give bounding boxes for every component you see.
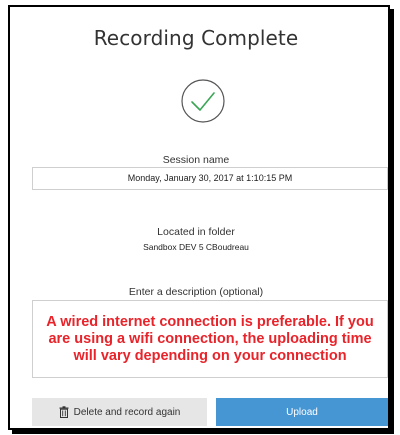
folder-label: Located in folder xyxy=(157,226,235,238)
checkmark-circle-icon xyxy=(180,78,226,124)
session-name-field[interactable]: Monday, January 30, 2017 at 1:10:15 PM xyxy=(32,167,388,190)
session-name-label: Session name xyxy=(162,154,230,166)
delete-and-record-again-button[interactable]: Delete and record again xyxy=(32,398,207,426)
trash-icon xyxy=(59,406,69,419)
description-input[interactable]: A wired internet connection is preferabl… xyxy=(32,300,388,378)
description-text: A wired internet connection is preferabl… xyxy=(46,313,374,364)
check-circle xyxy=(181,79,225,123)
dialog-title: Recording Complete xyxy=(93,26,299,50)
description-label: Enter a description (optional) xyxy=(128,286,264,298)
checkmark-circle-svg xyxy=(181,79,225,123)
upload-button[interactable]: Upload xyxy=(216,398,388,426)
recording-complete-dialog: Recording Complete Session name Monday, … xyxy=(10,8,388,426)
folder-name: Sandbox DEV 5 CBoudreau xyxy=(143,242,249,252)
delete-button-label: Delete and record again xyxy=(73,406,181,418)
check-mark xyxy=(191,92,215,111)
